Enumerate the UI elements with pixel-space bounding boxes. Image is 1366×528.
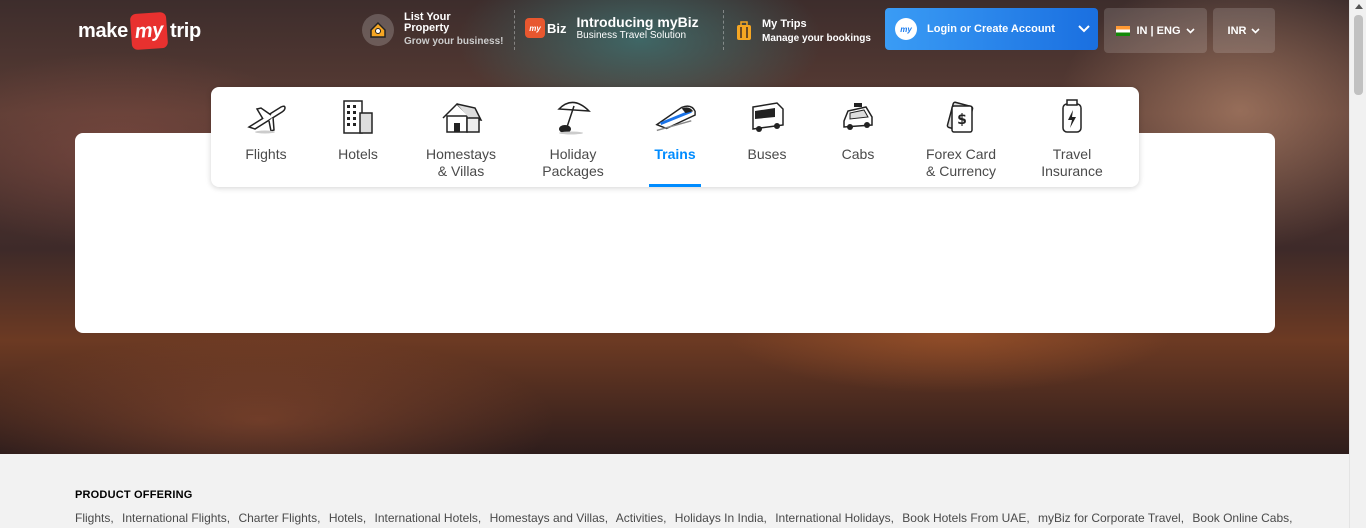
- footer: PRODUCT OFFERING Flights, International …: [0, 454, 1349, 528]
- logo-my-badge: my: [129, 11, 169, 51]
- language-label: IN | ENG: [1136, 24, 1181, 37]
- my-trips-link[interactable]: My Trips Manage your bookings: [736, 18, 871, 44]
- footer-link[interactable]: Holidays In India,: [675, 511, 767, 525]
- nav-item-holidays[interactable]: Holiday Packages: [536, 87, 610, 187]
- product-offering-heading: PRODUCT OFFERING: [75, 489, 193, 501]
- mybiz-title: Introducing myBiz: [576, 14, 699, 30]
- footer-link[interactable]: Flights,: [75, 511, 114, 525]
- page-scrollbar[interactable]: [1349, 0, 1366, 528]
- list-property-subtitle: Grow your business!: [404, 36, 504, 47]
- footer-link[interactable]: Activities,: [616, 511, 667, 525]
- logo-make: make: [78, 19, 128, 42]
- nav-item-label: Buses: [747, 146, 787, 162]
- nav-item-insurance[interactable]: Travel Insurance: [1037, 87, 1107, 187]
- login-avatar-icon: my: [895, 18, 917, 40]
- product-nav: Flights Hotels Homestays & Villas Holida…: [211, 87, 1139, 187]
- hotel-building-icon: [336, 95, 380, 139]
- my-trips-title: My Trips: [762, 18, 807, 30]
- car-icon: [836, 95, 880, 139]
- scrollbar-thumb[interactable]: [1354, 15, 1363, 95]
- property-house-icon: [362, 13, 394, 46]
- nav-item-homestays[interactable]: Homestays & Villas: [421, 87, 501, 187]
- chevron-down-icon: [1251, 27, 1261, 34]
- nav-item-cabs[interactable]: Cabs: [837, 87, 879, 187]
- footer-link[interactable]: myBiz for Corporate Travel,: [1038, 511, 1184, 525]
- india-flag-icon: [1116, 25, 1131, 36]
- nav-item-hotels[interactable]: Hotels: [333, 87, 383, 187]
- login-label: Login or Create Account: [927, 23, 1055, 35]
- suitcase-icon: [737, 21, 751, 40]
- footer-link[interactable]: Book Hotels From UAE,: [902, 511, 1029, 525]
- mybiz-bag-icon: my: [525, 18, 545, 38]
- nav-item-trains[interactable]: Trains: [649, 87, 701, 187]
- footer-link[interactable]: Homestays and Villas,: [490, 511, 609, 525]
- scroll-up-arrow-icon[interactable]: [1355, 4, 1363, 9]
- currency-card-icon: $: [939, 95, 983, 139]
- product-offering-links: Flights, International Flights, Charter …: [75, 511, 1297, 525]
- header-divider: [514, 10, 515, 50]
- nav-item-label: Forex Card & Currency: [925, 146, 997, 179]
- svg-text:$: $: [957, 112, 967, 128]
- footer-link[interactable]: Charter Flights,: [238, 511, 320, 525]
- nav-item-flights[interactable]: Flights: [238, 87, 294, 187]
- currency-selector[interactable]: INR: [1213, 8, 1275, 53]
- bus-icon: [745, 95, 789, 139]
- beach-umbrella-icon: [551, 95, 595, 139]
- footer-link[interactable]: International Holidays,: [775, 511, 894, 525]
- logo-trip: trip: [169, 19, 201, 42]
- footer-link[interactable]: International Flights,: [122, 511, 230, 525]
- mybiz-badge: my Biz: [525, 18, 567, 38]
- list-property-title: List Your Property: [404, 11, 451, 34]
- active-tab-underline: [649, 184, 701, 187]
- nav-item-label: Travel Insurance: [1041, 146, 1103, 179]
- nav-item-label: Cabs: [841, 146, 875, 162]
- language-selector[interactable]: IN | ENG: [1104, 8, 1207, 53]
- nav-item-label: Hotels: [338, 146, 378, 162]
- house-icon: [439, 95, 483, 139]
- footer-link[interactable]: Hotels,: [329, 511, 366, 525]
- currency-label: INR: [1227, 24, 1247, 37]
- login-button[interactable]: my Login or Create Account: [885, 8, 1098, 50]
- nav-item-label: Trains: [654, 146, 696, 162]
- footer-link[interactable]: International Hotels,: [375, 511, 482, 525]
- airplane-icon: [244, 95, 288, 139]
- chevron-down-icon: [1078, 25, 1090, 33]
- nav-item-label: Holiday Packages: [542, 146, 604, 179]
- mybiz-subtitle: Business Travel Solution: [576, 30, 687, 41]
- nav-item-label: Flights: [245, 146, 287, 162]
- insurance-shield-icon: [1050, 95, 1094, 139]
- mybiz-link[interactable]: my Biz Introducing myBiz Business Travel…: [525, 15, 699, 41]
- train-icon: [653, 95, 697, 139]
- footer-link[interactable]: Book Online Cabs,: [1192, 511, 1292, 525]
- nav-item-forex[interactable]: $ Forex Card & Currency: [921, 87, 1001, 187]
- nav-item-label: Homestays & Villas: [425, 146, 497, 179]
- chevron-down-icon: [1185, 27, 1195, 34]
- makemytrip-logo[interactable]: make my trip: [78, 11, 201, 51]
- mybiz-badge-text: Biz: [547, 20, 567, 36]
- list-property-link[interactable]: List Your Property Grow your business!: [362, 12, 503, 47]
- header-divider: [723, 10, 724, 50]
- my-trips-subtitle: Manage your bookings: [762, 33, 871, 44]
- nav-item-buses[interactable]: Buses: [743, 87, 791, 187]
